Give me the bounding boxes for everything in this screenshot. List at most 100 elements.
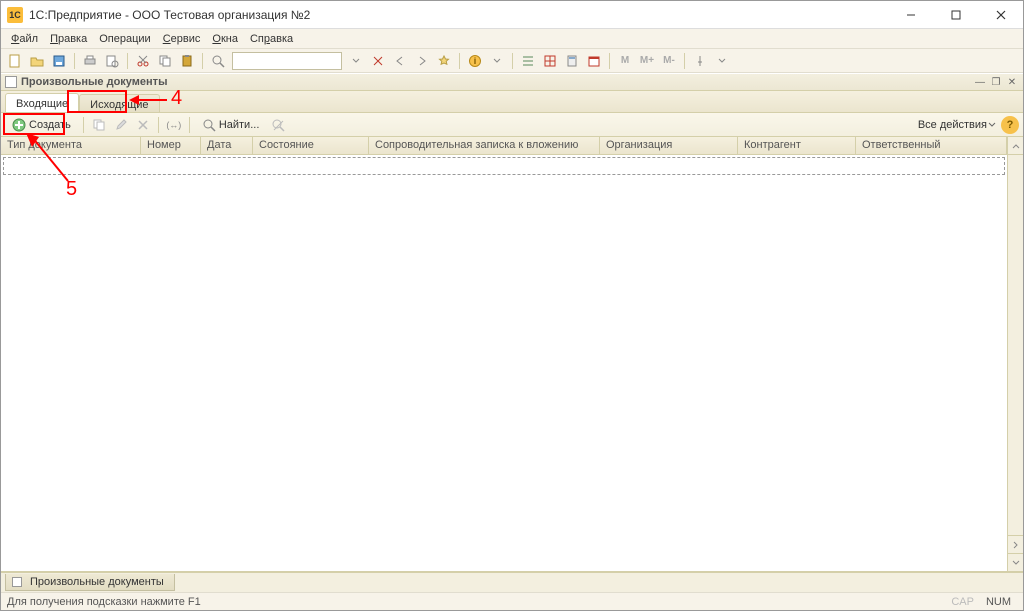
column-responsible[interactable]: Ответственный [856,137,1007,154]
paste-icon[interactable] [177,51,197,71]
document-toolbar: Создать (↔) Найти... Все действия ? [1,113,1023,137]
column-org[interactable]: Организация [600,137,738,154]
m-icon[interactable]: М [615,51,635,71]
all-actions-label: Все действия [918,119,987,131]
separator [74,53,75,69]
table-body[interactable] [1,155,1007,571]
clear-icon[interactable] [368,51,388,71]
document-icon [5,76,17,88]
menu-windows[interactable]: Окна [206,31,244,47]
menu-edit[interactable]: Правка [44,31,93,47]
separator [158,117,159,133]
separator [512,53,513,69]
menu-help[interactable]: Справка [244,31,299,47]
titlebar: 1C 1С:Предприятие - ООО Тестовая организ… [1,1,1023,29]
cut-icon[interactable] [133,51,153,71]
main-toolbar: i М М+ М- [1,49,1023,73]
minimize-button[interactable] [888,1,933,29]
bottom-tab-label: Произвольные документы [30,576,164,588]
table-row-empty[interactable] [3,157,1005,175]
plus-icon [12,118,26,132]
chevron-down-icon [987,120,997,130]
status-cap: CAP [945,596,980,608]
bottom-tab-bar: Произвольные документы [1,572,1023,592]
menu-service[interactable]: Сервис [157,31,207,47]
find-button[interactable]: Найти... [195,115,267,135]
search-dropdown-icon[interactable] [346,51,366,71]
search-input[interactable] [232,52,342,70]
history-fwd-icon[interactable] [412,51,432,71]
delete-icon[interactable] [133,115,153,135]
refresh-icon[interactable]: (↔) [164,115,184,135]
separator [83,117,84,133]
find-label: Найти... [219,119,260,131]
calendar-icon[interactable] [584,51,604,71]
m-minus-icon[interactable]: М- [659,51,679,71]
panel-minimize-button[interactable]: — [973,75,987,89]
panel-header: Произвольные документы — ❐ ✕ [1,73,1023,91]
search-icon[interactable] [208,51,228,71]
column-contractor[interactable]: Контрагент [738,137,856,154]
tab-incoming[interactable]: Входящие [5,93,79,112]
panel-close-button[interactable]: ✕ [1005,75,1019,89]
scroll-track[interactable] [1008,155,1023,535]
favorites-icon[interactable] [434,51,454,71]
open-icon[interactable] [27,51,47,71]
annotation-arrow-line-4 [139,99,167,101]
separator [189,117,190,133]
create-label: Создать [29,119,71,131]
save-icon[interactable] [49,51,69,71]
help-button[interactable]: ? [1001,116,1019,134]
print-icon[interactable] [80,51,100,71]
status-text: Для получения подсказки нажмите F1 [7,596,945,608]
new-icon[interactable] [5,51,25,71]
table-header: Тип документа Номер Дата Состояние Сопро… [1,137,1007,155]
scroll-up-icon[interactable] [1008,137,1023,155]
bottom-tab[interactable]: Произвольные документы [5,574,175,591]
column-state[interactable]: Состояние [253,137,369,154]
vertical-scrollbar[interactable] [1007,137,1023,571]
tab-bar: Входящие Исходящие [1,91,1023,113]
window-title: 1С:Предприятие - ООО Тестовая организаци… [29,8,888,22]
panel-maximize-button[interactable]: ❐ [989,75,1003,89]
menu-file[interactable]: Файл [5,31,44,47]
copy-doc-icon[interactable] [89,115,109,135]
grid-icon[interactable] [540,51,560,71]
info-dropdown-icon[interactable] [487,51,507,71]
info-icon[interactable]: i [465,51,485,71]
copy-icon[interactable] [155,51,175,71]
status-num: NUM [980,596,1017,608]
preview-icon[interactable] [102,51,122,71]
scroll-down-icon[interactable] [1008,553,1023,571]
list-icon[interactable] [518,51,538,71]
svg-text:i: i [474,56,477,66]
separator [684,53,685,69]
tab-outgoing[interactable]: Исходящие [79,94,159,112]
pin-dropdown-icon[interactable] [712,51,732,71]
column-note[interactable]: Сопроводительная записка к вложению [369,137,600,154]
scroll-right-icon[interactable] [1008,535,1023,553]
magnifier-icon [202,118,216,132]
create-button[interactable]: Создать [5,115,78,135]
clear-filter-icon[interactable] [268,115,288,135]
separator [202,53,203,69]
m-plus-icon[interactable]: М+ [637,51,657,71]
history-back-icon[interactable] [390,51,410,71]
edit-icon[interactable] [111,115,131,135]
column-number[interactable]: Номер [141,137,201,154]
panel-title: Произвольные документы [21,76,973,88]
maximize-button[interactable] [933,1,978,29]
calc-icon[interactable] [562,51,582,71]
separator [459,53,460,69]
annotation-arrow-head-4 [129,95,139,105]
column-date[interactable]: Дата [201,137,253,154]
table: Тип документа Номер Дата Состояние Сопро… [1,137,1023,571]
annotation-label-5: 5 [66,178,77,201]
all-actions-button[interactable]: Все действия [918,119,997,131]
pin-icon[interactable] [690,51,710,71]
annotation-label-4: 4 [171,87,182,110]
separator [609,53,610,69]
menu-operations[interactable]: Операции [93,31,156,47]
close-button[interactable] [978,1,1023,29]
separator [127,53,128,69]
